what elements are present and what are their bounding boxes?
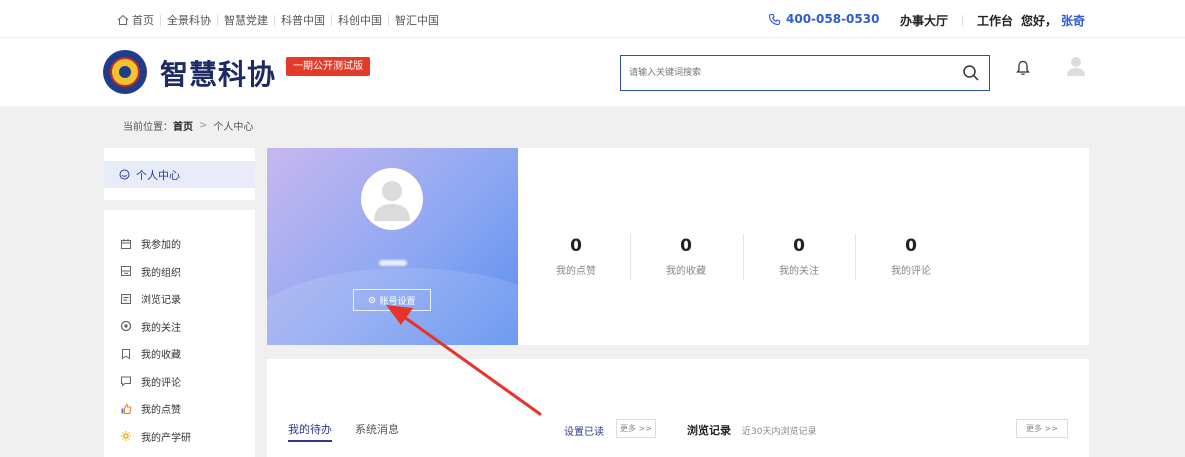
stat-label: 我的评论 bbox=[891, 266, 931, 277]
mark-read-link[interactable]: 设置已读 bbox=[564, 423, 604, 438]
username-link[interactable]: 张奇 bbox=[1061, 12, 1085, 29]
account-settings-label: 账号设置 bbox=[379, 296, 416, 307]
divider bbox=[331, 14, 332, 26]
breadcrumb: 当前位置： 首页 > 个人中心 bbox=[123, 118, 253, 133]
top-nav-label: 首页 bbox=[132, 14, 154, 27]
stat-label: 我的点赞 bbox=[556, 266, 596, 277]
tab-todo[interactable]: 我的待办 bbox=[288, 421, 332, 437]
stat-likes[interactable]: 0 我的点赞 bbox=[520, 236, 632, 277]
follow-icon bbox=[120, 321, 132, 332]
sidebar-item-follow[interactable]: 我的关注 bbox=[104, 313, 255, 341]
top-nav-home[interactable]: 首页 bbox=[117, 12, 154, 28]
top-bar: 首页 全景科协 智慧党建 科普中国 科创中国 智汇中国 400-058-0530… bbox=[0, 0, 1185, 38]
browse-history-subtitle: 近30天内浏览记录 bbox=[742, 427, 817, 437]
sidebar-item-organization[interactable]: 我的组织 bbox=[104, 258, 255, 286]
smile-icon bbox=[119, 169, 130, 180]
divider bbox=[274, 14, 275, 26]
breadcrumb-current: 个人中心 bbox=[213, 122, 254, 133]
home-icon bbox=[117, 14, 129, 25]
stat-favorites[interactable]: 0 我的收藏 bbox=[630, 236, 742, 277]
sidebar-item-personal-center[interactable]: 个人中心 bbox=[104, 161, 255, 188]
username-blurred bbox=[379, 260, 407, 266]
stat-value: 0 bbox=[905, 236, 917, 256]
sidebar-item-history[interactable]: 浏览记录 bbox=[104, 285, 255, 313]
user-links: 办事大厅 工作台 您好， 张奇 bbox=[900, 12, 1085, 29]
phone-icon bbox=[768, 13, 781, 25]
sidebar-item-label: 我的组织 bbox=[141, 267, 181, 279]
top-nav-item[interactable]: 智慧党建 bbox=[224, 12, 268, 28]
logo-emblem bbox=[110, 57, 140, 87]
hotline-number: 400-058-0530 bbox=[786, 12, 880, 26]
calendar-icon bbox=[121, 238, 131, 249]
hotline: 400-058-0530 bbox=[768, 12, 879, 26]
greeting: 您好， bbox=[1021, 14, 1058, 28]
browse-more-button[interactable]: 更多 >> bbox=[1016, 419, 1068, 438]
divider bbox=[388, 14, 389, 26]
comment-icon bbox=[121, 376, 131, 387]
top-nav-item[interactable]: 科普中国 bbox=[281, 12, 325, 28]
active-tab-indicator bbox=[288, 440, 332, 442]
sidebar-header: 个人中心 bbox=[104, 148, 255, 200]
sidebar-item-label: 我参加的 bbox=[141, 240, 181, 252]
todo-panel: 我的待办 系统消息 设置已读 更多 >> 浏览记录 近30天内浏览记录 更多 >… bbox=[267, 359, 1089, 457]
sidebar-item-label: 我的点赞 bbox=[141, 405, 181, 417]
sidebar-item-label: 我的产学研 bbox=[141, 432, 191, 444]
stat-label: 我的收藏 bbox=[666, 266, 706, 277]
beta-badge: 一期公开测试版 bbox=[286, 57, 370, 76]
sidebar-item-joined[interactable]: 我参加的 bbox=[104, 230, 255, 258]
divider bbox=[160, 14, 161, 26]
settings-icon bbox=[369, 296, 376, 304]
service-hall-link[interactable]: 办事大厅 bbox=[900, 12, 948, 29]
sidebar-item-like[interactable]: 我的点赞 bbox=[104, 395, 255, 423]
site-logo[interactable] bbox=[103, 50, 147, 94]
sidebar-item-label: 浏览记录 bbox=[141, 295, 181, 307]
gear-icon bbox=[121, 431, 131, 442]
search-input[interactable] bbox=[621, 56, 941, 90]
thumbs-up-icon bbox=[121, 403, 132, 414]
breadcrumb-home[interactable]: 首页 bbox=[173, 118, 193, 133]
sidebar-item-bookmark[interactable]: 我的收藏 bbox=[104, 340, 255, 368]
bookmark-icon bbox=[122, 348, 130, 360]
sidebar-item-label: 我的收藏 bbox=[141, 350, 181, 362]
organization-icon bbox=[121, 266, 131, 277]
profile-avatar[interactable] bbox=[361, 168, 423, 230]
sidebar-item-comment[interactable]: 我的评论 bbox=[104, 368, 255, 396]
stat-following[interactable]: 0 我的关注 bbox=[743, 236, 855, 277]
user-avatar-icon[interactable] bbox=[1066, 55, 1086, 77]
stat-value: 0 bbox=[793, 236, 805, 256]
search-box bbox=[620, 55, 990, 91]
breadcrumb-separator: > bbox=[199, 120, 208, 131]
sidebar-menu: 我参加的 我的组织 浏览记录 我的关注 我的收藏 我的评论 我的点赞 我的产学研 bbox=[104, 210, 255, 457]
search-icon[interactable] bbox=[962, 64, 980, 82]
divider bbox=[217, 14, 218, 26]
sidebar-item-label: 个人中心 bbox=[136, 168, 180, 182]
site-header: 智慧科协 一期公开测试版 bbox=[0, 38, 1185, 106]
profile-card: 账号设置 bbox=[267, 148, 518, 345]
account-settings-button[interactable]: 账号设置 bbox=[353, 289, 431, 311]
bell-icon[interactable] bbox=[1016, 60, 1030, 76]
top-nav-item[interactable]: 智汇中国 bbox=[395, 12, 439, 28]
top-nav: 首页 全景科协 智慧党建 科普中国 科创中国 智汇中国 bbox=[117, 12, 439, 28]
breadcrumb-prefix: 当前位置： bbox=[123, 122, 173, 133]
sidebar-item-label: 我的关注 bbox=[141, 322, 181, 334]
stats-panel: 0 我的点赞 0 我的收藏 0 我的关注 0 我的评论 bbox=[518, 148, 1089, 345]
stat-value: 0 bbox=[570, 236, 582, 256]
top-nav-item[interactable]: 全景科协 bbox=[167, 12, 211, 28]
divider bbox=[962, 15, 964, 26]
stat-value: 0 bbox=[680, 236, 692, 256]
top-nav-item[interactable]: 科创中国 bbox=[338, 12, 382, 28]
stat-label: 我的关注 bbox=[779, 266, 819, 277]
tab-system-messages[interactable]: 系统消息 bbox=[355, 421, 399, 437]
workbench-link[interactable]: 工作台 bbox=[977, 12, 1013, 29]
history-icon bbox=[121, 293, 131, 304]
sidebar-item-label: 我的评论 bbox=[141, 377, 181, 389]
logo-core bbox=[119, 66, 131, 78]
user-avatar-icon bbox=[374, 181, 410, 221]
browse-history-title: 浏览记录 bbox=[687, 424, 731, 437]
more-button[interactable]: 更多 >> bbox=[616, 419, 656, 438]
sidebar-item-research[interactable]: 我的产学研 bbox=[104, 423, 255, 451]
site-title[interactable]: 智慧科协 bbox=[160, 53, 276, 93]
stat-comments[interactable]: 0 我的评论 bbox=[855, 236, 967, 277]
